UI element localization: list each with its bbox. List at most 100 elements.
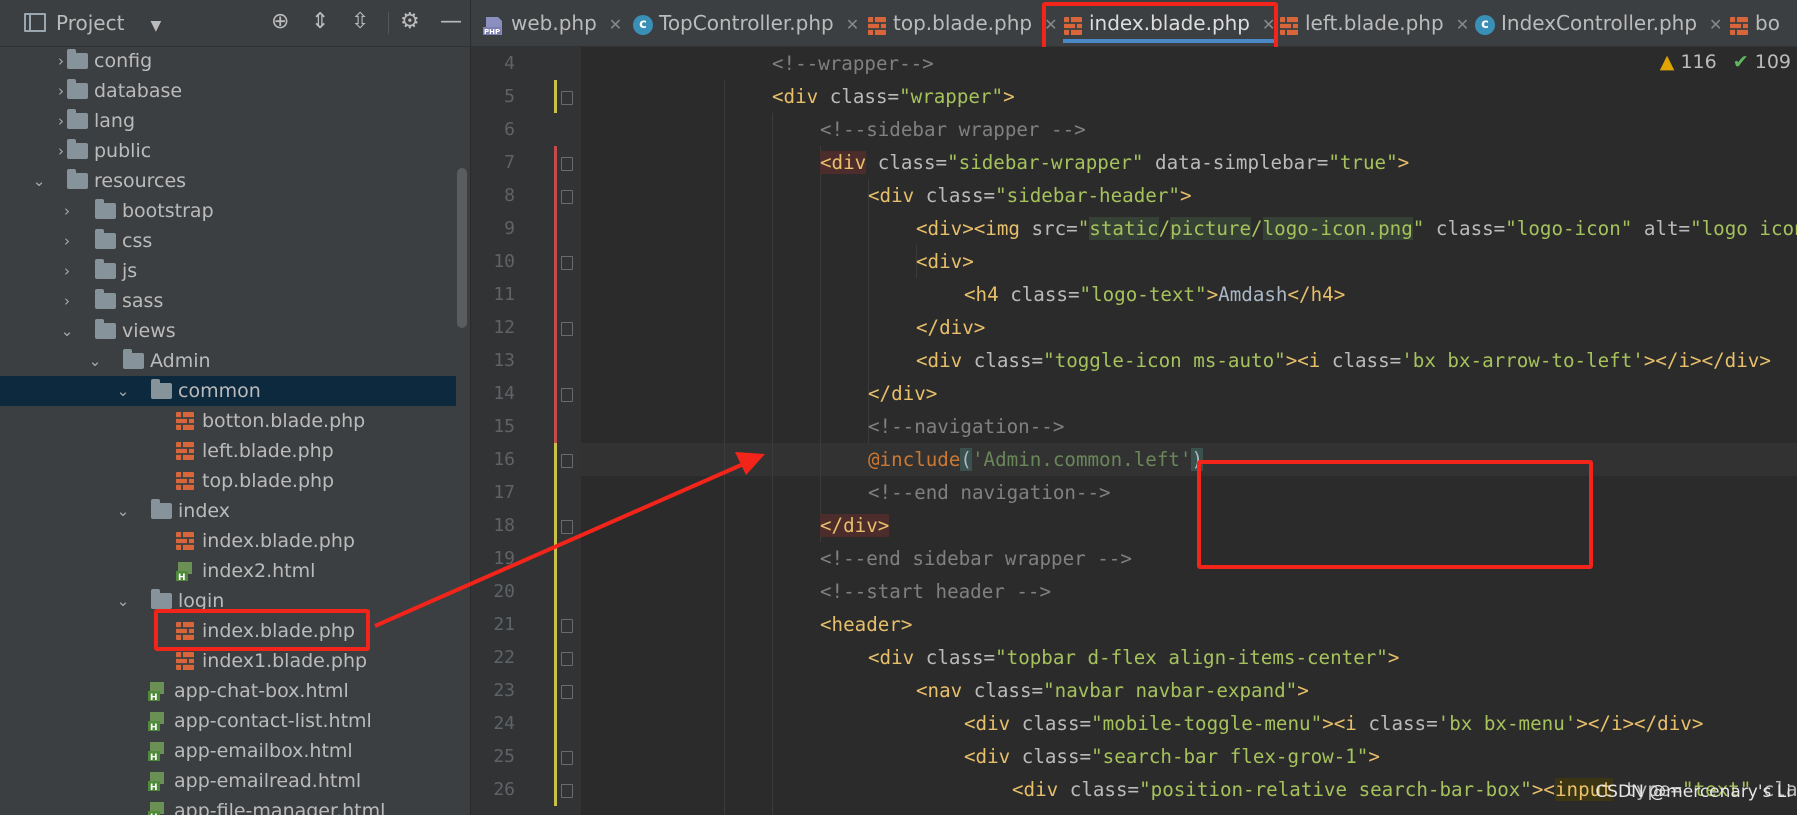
code-line[interactable]: <div class="mobile-toggle-menu"><i class… [964,707,1703,740]
code-line[interactable]: <div><img src="static/picture/logo-icon.… [916,212,1797,245]
tab-top-blade-php[interactable]: top.blade.php ✕ [867,0,1057,46]
vcs-change-marker [554,542,557,806]
code-line[interactable]: <div class="sidebar-header"> [868,179,1192,212]
code-line[interactable]: <!--navigation--> [868,410,1064,443]
tree-folder[interactable]: › database [0,76,456,106]
tree-file[interactable]: Happ-file-manager.html [0,796,456,815]
chevron-down-icon[interactable]: ⌄ [60,316,74,346]
tree-folder[interactable]: ⌄ views [0,316,456,346]
code-token: <!--navigation--> [868,415,1065,438]
tree-folder[interactable]: ⌄ resources [0,166,456,196]
code-line[interactable]: </div> [820,509,890,542]
tab-web-php[interactable]: PHP web.php ✕ [483,0,622,46]
code-editor[interactable]: 4 5 6 7 8 9 10 11 12 13 14 15 16 17 18 19 20 21 22 23 24 25 26… [471,47,1797,815]
code-line[interactable]: <nav class="navbar navbar-expand"> [916,674,1309,707]
fold-marker-icon[interactable] [561,520,573,534]
code-token: " [1412,217,1425,240]
fold-marker-icon[interactable] [561,685,573,699]
code-line[interactable]: <div class="search-bar flex-grow-1"> [964,740,1380,773]
fold-marker-icon[interactable] [561,157,573,171]
tab-label: top.blade.php [893,11,1033,35]
project-view-selector[interactable]: Project ▼ [24,11,161,35]
code-line[interactable]: <!--end navigation--> [868,476,1111,509]
code-token: class= [914,646,996,669]
code-line[interactable]: <!--wrapper--> [772,47,934,80]
close-icon[interactable]: ✕ [846,15,859,34]
code-line[interactable]: @include('Admin.common.left') [868,443,1204,476]
fold-marker-icon[interactable] [561,619,573,633]
close-icon[interactable]: ✕ [609,15,622,34]
code-line[interactable]: <!--start header --> [820,575,1051,608]
chevron-right-icon[interactable]: › [60,256,74,286]
tree-item-label: database [94,80,183,102]
code-token: <header> [820,613,913,636]
fold-marker-icon[interactable] [561,784,573,798]
chevron-down-icon[interactable]: ⌄ [116,496,130,526]
chevron-down-icon[interactable]: ⌄ [32,166,46,196]
hide-panel-icon[interactable]: — [440,10,462,34]
tree-file[interactable]: Hindex2.html [0,556,456,586]
code-token: <!--wrapper--> [772,52,934,75]
tab-topcontroller-php[interactable]: c TopController.php ✕ [633,0,859,46]
fold-marker-icon[interactable] [561,454,573,468]
tab-left-blade-php[interactable]: left.blade.php ✕ [1279,0,1469,46]
chevron-right-icon[interactable]: › [60,226,74,256]
chevron-down-icon[interactable]: ⌄ [116,586,130,616]
tree-file[interactable]: left.blade.php [0,436,456,466]
fold-marker-icon[interactable] [561,256,573,270]
chevron-right-icon[interactable]: › [60,286,74,316]
tree-folder[interactable]: › js [0,256,456,286]
code-line[interactable]: <div class="wrapper"> [772,80,1015,113]
code-token: " [1077,217,1090,240]
collapse-all-icon[interactable]: ⇳ [351,10,369,34]
gear-icon[interactable]: ⚙ [400,10,420,34]
tree-folder[interactable]: › public [0,136,456,166]
code-line[interactable]: <div class="sidebar-wrapper" data-simple… [820,146,1409,179]
tree-file[interactable]: Happ-chat-box.html [0,676,456,706]
expand-all-icon[interactable]: ⇕ [311,10,329,34]
code-line[interactable]: <!--sidebar wrapper --> [820,113,1086,146]
tree-folder[interactable]: › bootstrap [0,196,456,226]
tree-folder[interactable]: › lang [0,106,456,136]
tree-file[interactable]: Happ-contact-list.html [0,706,456,736]
php-file-icon: PHP [483,2,505,47]
inspection-widget[interactable]: ▲ 116 ✔ 109 [1660,51,1791,73]
tree-folder[interactable]: ⌄ common [0,376,456,406]
tree-file[interactable]: Happ-emailread.html [0,766,456,796]
tree-scrollbar[interactable] [457,168,467,328]
fold-marker-icon[interactable] [561,190,573,204]
close-icon[interactable]: ✕ [1456,15,1469,34]
locate-file-icon[interactable]: ⊕ [271,10,289,34]
fold-marker-icon[interactable] [561,91,573,105]
tree-file[interactable]: top.blade.php [0,466,456,496]
tree-folder[interactable]: › config [0,46,456,76]
code-line[interactable]: <div class="topbar d-flex align-items-ce… [868,641,1399,674]
tree-item-label: left.blade.php [202,440,334,462]
tab-indexcontroller-php[interactable]: c IndexController.php ✕ [1475,0,1722,46]
code-line[interactable]: <h4 class="logo-text">Amdash</h4> [964,278,1345,311]
tree-folder[interactable]: ⌄ index [0,496,456,526]
chevron-right-icon[interactable]: › [60,196,74,226]
fold-marker-icon[interactable] [561,652,573,666]
close-icon[interactable]: ✕ [1709,15,1722,34]
code-token: </div> [916,316,986,339]
code-line[interactable]: <div> [916,245,974,278]
tree-folder[interactable]: ⌄ Admin [0,346,456,376]
fold-marker-icon[interactable] [561,388,573,402]
code-line[interactable]: </div> [868,377,937,410]
chevron-down-icon[interactable]: ⌄ [116,376,130,406]
code-line[interactable]: <header> [820,608,912,641]
tree-file[interactable]: botton.blade.php [0,406,456,436]
fold-marker-icon[interactable] [561,322,573,336]
code-line[interactable]: <div class="toggle-icon ms-auto"><i clas… [916,344,1771,377]
fold-marker-icon[interactable] [561,751,573,765]
line-number: 18 [493,515,515,536]
chevron-down-icon[interactable]: ⌄ [88,346,102,376]
tree-file[interactable]: Happ-emailbox.html [0,736,456,766]
tree-folder[interactable]: › css [0,226,456,256]
code-line[interactable]: </div> [916,311,985,344]
tab-bo[interactable]: bo [1729,0,1780,46]
code-line[interactable]: <!--end sidebar wrapper --> [820,542,1132,575]
tree-file[interactable]: index.blade.php [0,526,456,556]
tree-folder[interactable]: › sass [0,286,456,316]
